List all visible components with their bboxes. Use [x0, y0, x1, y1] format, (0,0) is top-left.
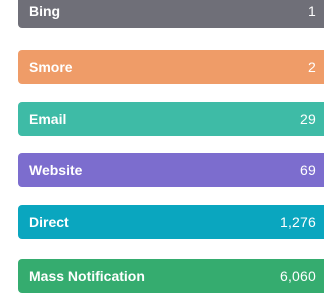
source-label: Website: [29, 162, 83, 178]
source-count: 1,276: [279, 214, 316, 230]
source-row-website: Website 69: [18, 153, 324, 187]
source-count: 6,060: [279, 268, 316, 284]
source-count: 1: [308, 3, 316, 19]
source-label: Direct: [29, 214, 69, 230]
source-count: 2: [308, 59, 316, 75]
source-label: Mass Notification: [29, 268, 145, 284]
source-count: 29: [300, 111, 316, 127]
source-label: Bing: [29, 3, 61, 19]
source-label: Email: [29, 111, 67, 127]
source-row-smore: Smore 2: [18, 50, 324, 84]
source-row-bing: Bing 1: [18, 0, 324, 28]
source-row-direct: Direct 1,276: [18, 205, 324, 239]
source-row-email: Email 29: [18, 102, 324, 136]
source-row-mass-notification: Mass Notification 6,060: [18, 259, 324, 293]
source-count: 69: [300, 162, 316, 178]
source-label: Smore: [29, 59, 73, 75]
